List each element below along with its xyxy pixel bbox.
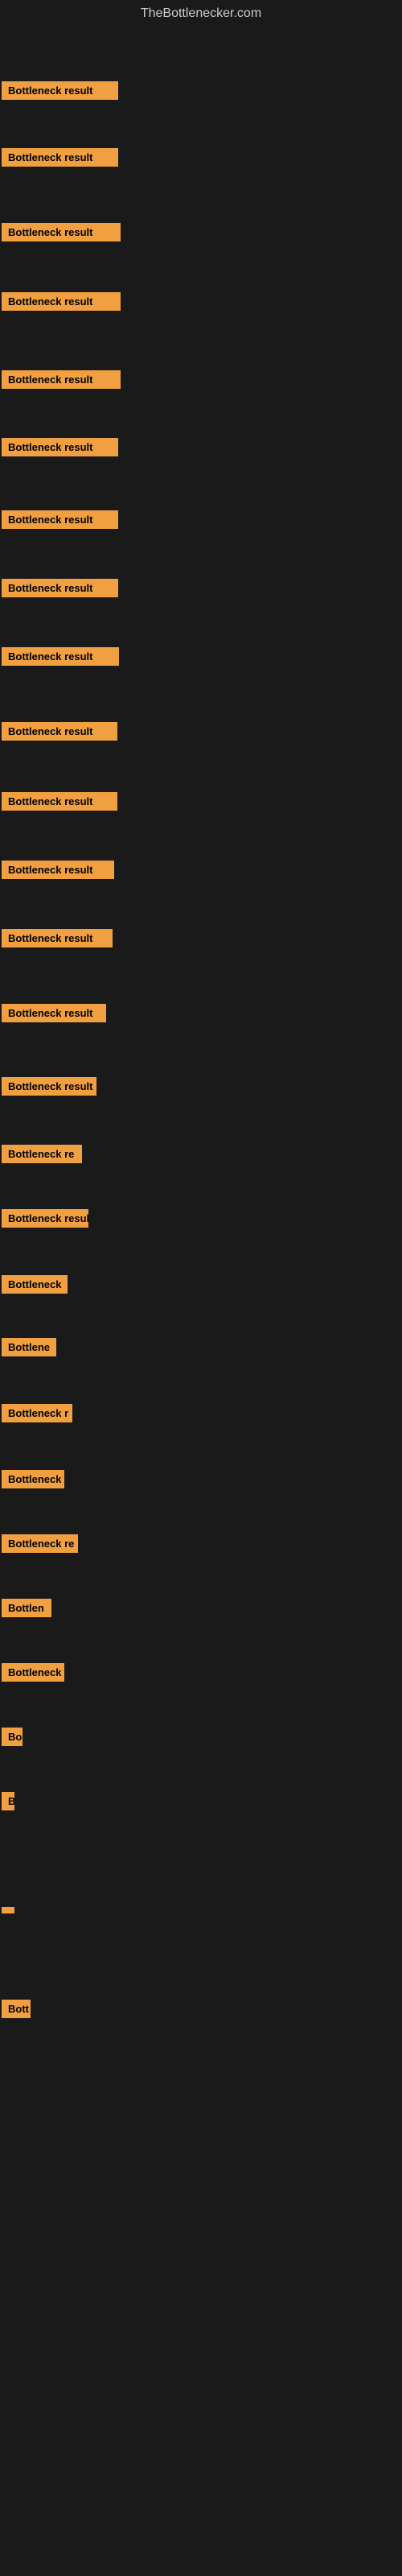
bottleneck-item-18[interactable]: Bottleneck (2, 1275, 68, 1298)
bottleneck-item-14[interactable]: Bottleneck result (2, 1004, 106, 1026)
bottleneck-item[interactable] (2, 1903, 14, 1918)
bottleneck-item-8[interactable]: Bottleneck result (2, 579, 118, 601)
bottleneck-item-23[interactable]: Bottlen (2, 1599, 51, 1621)
bottleneck-label: Bott (2, 2000, 31, 2018)
bottleneck-item-10[interactable]: Bottleneck result (2, 722, 117, 745)
bottleneck-label: Bottleneck result (2, 722, 117, 741)
bottleneck-label: Bottleneck result (2, 792, 117, 811)
bottleneck-label: Bottleneck result (2, 438, 118, 456)
bottleneck-label: Bottleneck r (2, 1404, 72, 1422)
bottleneck-item-2[interactable]: Bottleneck result (2, 148, 118, 171)
bottleneck-label: Bottleneck result (2, 292, 121, 311)
bottleneck-item-11[interactable]: Bottleneck result (2, 792, 117, 815)
bottleneck-item-12[interactable]: Bottleneck result (2, 861, 114, 883)
bottleneck-item-6[interactable]: Bottleneck result (2, 438, 118, 460)
bottleneck-item-15[interactable]: Bottleneck result (2, 1077, 96, 1100)
bottleneck-label: Bo (2, 1728, 23, 1746)
bottleneck-label: Bottleneck result (2, 370, 121, 389)
bottleneck-label: Bottleneck re (2, 1534, 78, 1553)
bottleneck-label: Bottlene (2, 1338, 56, 1356)
bottleneck-item-26[interactable]: B (2, 1792, 14, 1814)
bottleneck-label: Bottleneck (2, 1275, 68, 1294)
bottleneck-item-22[interactable]: Bottleneck re (2, 1534, 78, 1557)
bottleneck-item-21[interactable]: Bottleneck (2, 1470, 64, 1492)
bottleneck-label: Bottleneck re (2, 1145, 82, 1163)
bottleneck-label: Bottleneck result (2, 223, 121, 242)
bottleneck-item-24[interactable]: Bottleneck (2, 1663, 64, 1686)
bottleneck-label: Bottleneck result (2, 1077, 96, 1096)
bottleneck-item-28[interactable]: Bott (2, 2000, 31, 2022)
bottleneck-label: Bottleneck result (2, 510, 118, 529)
bottleneck-label: Bottleneck result (2, 81, 118, 100)
bottleneck-label: Bottleneck result (2, 148, 118, 167)
bottleneck-label: Bottleneck result (2, 647, 119, 666)
site-title: TheBottlenecker.com (0, 0, 402, 27)
bottleneck-label: Bottleneck resul (2, 1209, 88, 1228)
bottleneck-label: Bottleneck result (2, 861, 114, 879)
bottleneck-label: Bottleneck result (2, 1004, 106, 1022)
bottleneck-label (2, 1907, 14, 1913)
bottleneck-item-9[interactable]: Bottleneck result (2, 647, 119, 670)
bottleneck-item-17[interactable]: Bottleneck resul (2, 1209, 88, 1232)
bottleneck-item-7[interactable]: Bottleneck result (2, 510, 118, 533)
bottleneck-item-5[interactable]: Bottleneck result (2, 370, 121, 393)
bottleneck-item-1[interactable]: Bottleneck result (2, 81, 118, 104)
bottleneck-item-25[interactable]: Bo (2, 1728, 23, 1750)
bottleneck-item-16[interactable]: Bottleneck re (2, 1145, 82, 1167)
bottleneck-label: B (2, 1792, 14, 1810)
bottleneck-item-4[interactable]: Bottleneck result (2, 292, 121, 315)
bottleneck-item-20[interactable]: Bottleneck r (2, 1404, 72, 1426)
bottleneck-item-19[interactable]: Bottlene (2, 1338, 56, 1360)
bottleneck-label: Bottlen (2, 1599, 51, 1617)
bottleneck-label: Bottleneck (2, 1470, 64, 1488)
bottleneck-label: Bottleneck result (2, 579, 118, 597)
bottleneck-label: Bottleneck (2, 1663, 64, 1682)
bottleneck-item-3[interactable]: Bottleneck result (2, 223, 121, 246)
bottleneck-label: Bottleneck result (2, 929, 113, 947)
bottleneck-item-13[interactable]: Bottleneck result (2, 929, 113, 952)
